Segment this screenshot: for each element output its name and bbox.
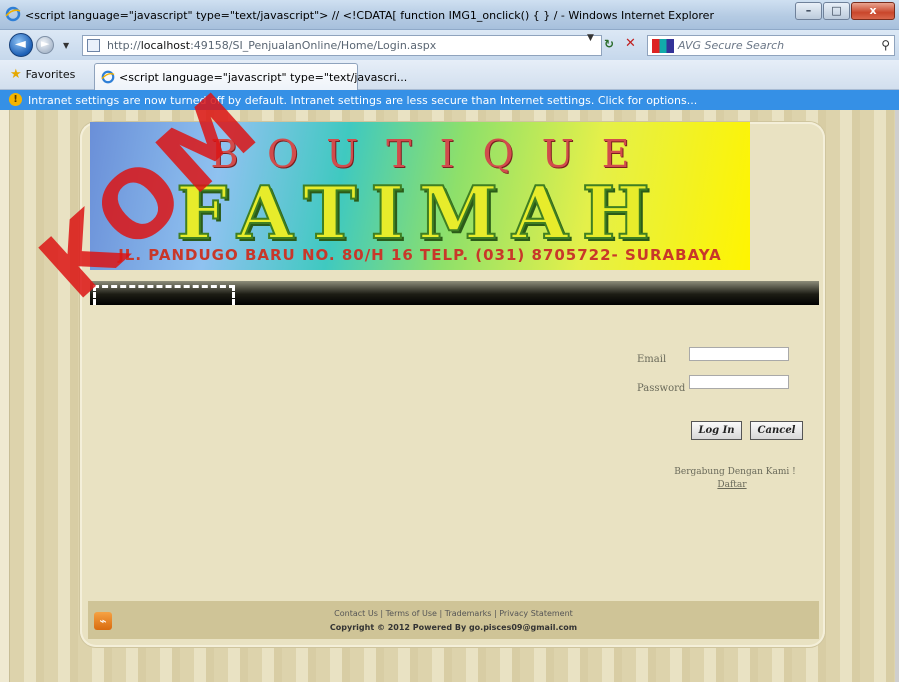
refresh-icon[interactable]: ↻ (604, 37, 614, 51)
favorites-button[interactable]: ★ Favorites (10, 67, 75, 82)
search-input[interactable]: AVG Secure Search ⚲ (647, 35, 895, 56)
minimize-icon: – (805, 4, 812, 17)
close-button[interactable]: x (851, 2, 895, 20)
vertical-scrollbar[interactable] (895, 110, 899, 682)
stop-icon[interactable]: ✕ (625, 36, 636, 51)
register-link[interactable]: Daftar (660, 480, 804, 490)
maximize-icon: □ (831, 4, 842, 17)
warning-icon: ! (9, 93, 22, 106)
footer-copyright: Copyright © 2012 Powered By go.pisces09@… (329, 623, 578, 632)
maximize-button[interactable]: □ (823, 2, 850, 20)
window-controls: – □ x (794, 2, 895, 20)
ie-icon (101, 70, 115, 84)
cancel-button[interactable]: Cancel (750, 421, 803, 440)
tab-label: <script language="javascript" type="text… (119, 71, 408, 84)
avg-icon (652, 39, 674, 53)
menu-selection-placeholder[interactable] (93, 285, 235, 305)
page-icon (87, 39, 100, 52)
login-button[interactable]: Log In (691, 421, 742, 440)
back-arrow-icon: ◄ (15, 36, 26, 52)
address-url[interactable]: http://localhost:49158/SI_PenjualanOnlin… (107, 39, 436, 52)
password-label: Password (637, 383, 686, 394)
navigation-bar: ◄ ► ▼ http://localhost:49158/SI_Penjuala… (0, 30, 899, 60)
window-titlebar: <script language="javascript" type="text… (0, 0, 899, 30)
information-bar[interactable]: ! Intranet settings are now turned off b… (0, 90, 899, 110)
email-label: Email (637, 354, 667, 365)
history-dropdown-icon[interactable]: ▼ (63, 41, 69, 50)
search-placeholder: AVG Secure Search (678, 39, 785, 52)
page-left-edge (0, 110, 10, 682)
search-icon[interactable]: ⚲ (881, 38, 890, 52)
information-bar-message: Intranet settings are now turned off by … (28, 94, 698, 107)
minimize-button[interactable]: – (795, 2, 822, 20)
header-banner: BOUTIQUE FATIMAH JL. PANDUGO BARU NO. 80… (90, 122, 750, 270)
footer-links[interactable]: Contact Us | Terms of Use | Trademarks |… (88, 609, 819, 618)
address-dropdown-icon[interactable]: ▼ (587, 33, 594, 43)
banner-line-fatimah: FATIMAH (175, 169, 664, 256)
back-button[interactable]: ◄ (9, 33, 33, 57)
browser-tab[interactable]: <script language="javascript" type="text… (94, 63, 407, 90)
email-field[interactable] (689, 347, 789, 361)
banner-address: JL. PANDUGO BARU NO. 80/H 16 TELP. (031)… (118, 246, 722, 264)
join-text: Bergabung Dengan Kami ! (674, 467, 796, 477)
close-icon: x (869, 4, 877, 17)
favorites-star-icon: ★ (10, 67, 22, 82)
ie-icon (5, 6, 21, 22)
page-footer (88, 601, 819, 639)
window-title: <script language="javascript" type="text… (25, 9, 714, 22)
address-bar[interactable]: http://localhost:49158/SI_PenjualanOnlin… (82, 35, 602, 56)
password-field[interactable] (689, 375, 789, 389)
forward-button[interactable]: ► (36, 36, 54, 54)
forward-arrow-icon: ► (41, 37, 50, 50)
favorites-bar: ★ Favorites <script language="javascript"… (0, 60, 899, 90)
